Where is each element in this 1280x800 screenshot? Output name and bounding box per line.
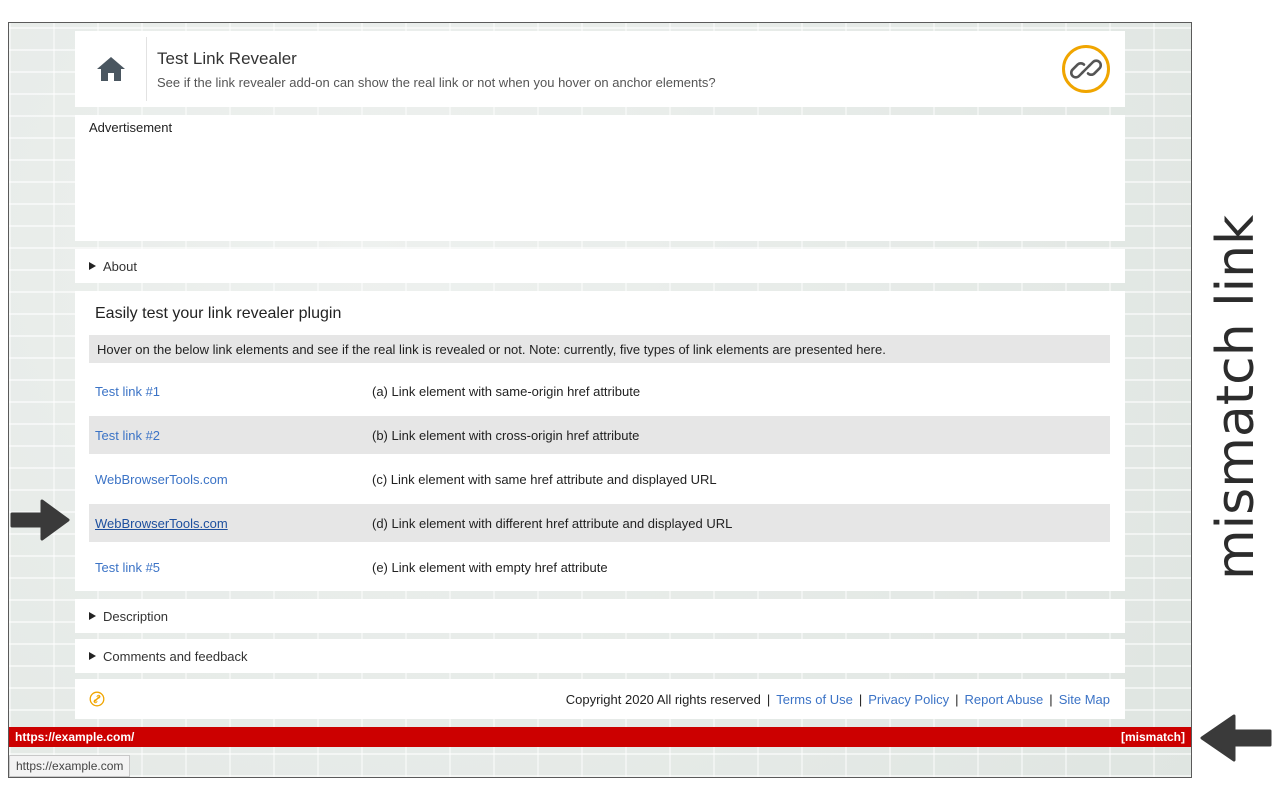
footer-separator: | xyxy=(766,691,771,707)
browser-viewport: Test Link Revealer See if the link revea… xyxy=(8,22,1192,778)
site-map-link[interactable]: Site Map xyxy=(1059,692,1110,707)
footer-separator: | xyxy=(858,691,863,707)
triangle-right-icon xyxy=(89,612,96,620)
instruction-note: Hover on the below link elements and see… xyxy=(89,335,1110,363)
browser-status-url: https://example.com xyxy=(9,755,131,777)
list-item: WebBrowserTools.com (d) Link element wit… xyxy=(89,504,1110,542)
test-link-2[interactable]: Test link #2 xyxy=(89,428,372,443)
site-footer: Copyright 2020 All rights reserved | Ter… xyxy=(75,679,1125,719)
comments-label: Comments and feedback xyxy=(103,648,248,664)
site-title: Test Link Revealer xyxy=(157,49,297,68)
annotation-label: mismatch link xyxy=(1206,214,1266,580)
test-link-5[interactable]: Test link #5 xyxy=(89,560,372,575)
test-link-1[interactable]: Test link #1 xyxy=(89,384,372,399)
site-header: Test Link Revealer See if the link revea… xyxy=(75,31,1125,107)
list-item: Test link #5 (e) Link element with empty… xyxy=(89,545,1110,589)
advertisement-box: Advertisement xyxy=(75,115,1125,241)
link-description: (a) Link element with same-origin href a… xyxy=(372,383,641,399)
link-description: (b) Link element with cross-origin href … xyxy=(372,427,640,443)
report-abuse-link[interactable]: Report Abuse xyxy=(965,692,1044,707)
revealed-url: https://example.com/ xyxy=(15,730,135,744)
chain-link-icon[interactable] xyxy=(89,691,105,707)
about-toggle[interactable]: About xyxy=(75,249,1125,283)
list-item: Test link #2 (b) Link element with cross… xyxy=(89,416,1110,454)
triangle-right-icon xyxy=(89,652,96,660)
triangle-right-icon xyxy=(89,262,96,270)
arrow-right-icon xyxy=(10,499,70,541)
test-link-4[interactable]: WebBrowserTools.com xyxy=(89,516,372,531)
home-button[interactable] xyxy=(75,37,147,101)
advertisement-label: Advertisement xyxy=(89,120,173,135)
comments-toggle[interactable]: Comments and feedback xyxy=(75,639,1125,673)
arrow-left-icon xyxy=(1200,714,1272,762)
section-title: Easily test your link revealer plugin xyxy=(95,305,342,322)
about-label: About xyxy=(103,258,137,274)
mismatch-tag: [mismatch] xyxy=(1120,730,1185,744)
list-item: Test link #1 (a) Link element with same-… xyxy=(89,369,1110,413)
chain-link-icon xyxy=(1062,45,1110,93)
link-description: (e) Link element with empty href attribu… xyxy=(372,559,608,575)
description-toggle[interactable]: Description xyxy=(75,599,1125,633)
site-subtitle: See if the link revealer add-on can show… xyxy=(157,75,716,90)
list-item: WebBrowserTools.com (c) Link element wit… xyxy=(89,457,1110,501)
home-icon xyxy=(96,57,125,81)
link-revealer-status-bar: https://example.com/ [mismatch] xyxy=(9,727,1191,747)
privacy-link[interactable]: Privacy Policy xyxy=(868,692,949,707)
test-link-3[interactable]: WebBrowserTools.com xyxy=(89,472,372,487)
test-section: Easily test your link revealer plugin Ho… xyxy=(75,291,1125,591)
description-label: Description xyxy=(103,608,169,624)
copyright-text: Copyright 2020 All rights reserved xyxy=(565,691,761,707)
link-description: (d) Link element with different href att… xyxy=(372,515,733,531)
terms-link[interactable]: Terms of Use xyxy=(776,692,853,707)
test-link-list: Test link #1 (a) Link element with same-… xyxy=(89,369,1110,589)
footer-separator: | xyxy=(955,691,959,707)
footer-separator: | xyxy=(1049,691,1053,707)
link-description: (c) Link element with same href attribut… xyxy=(372,471,717,487)
